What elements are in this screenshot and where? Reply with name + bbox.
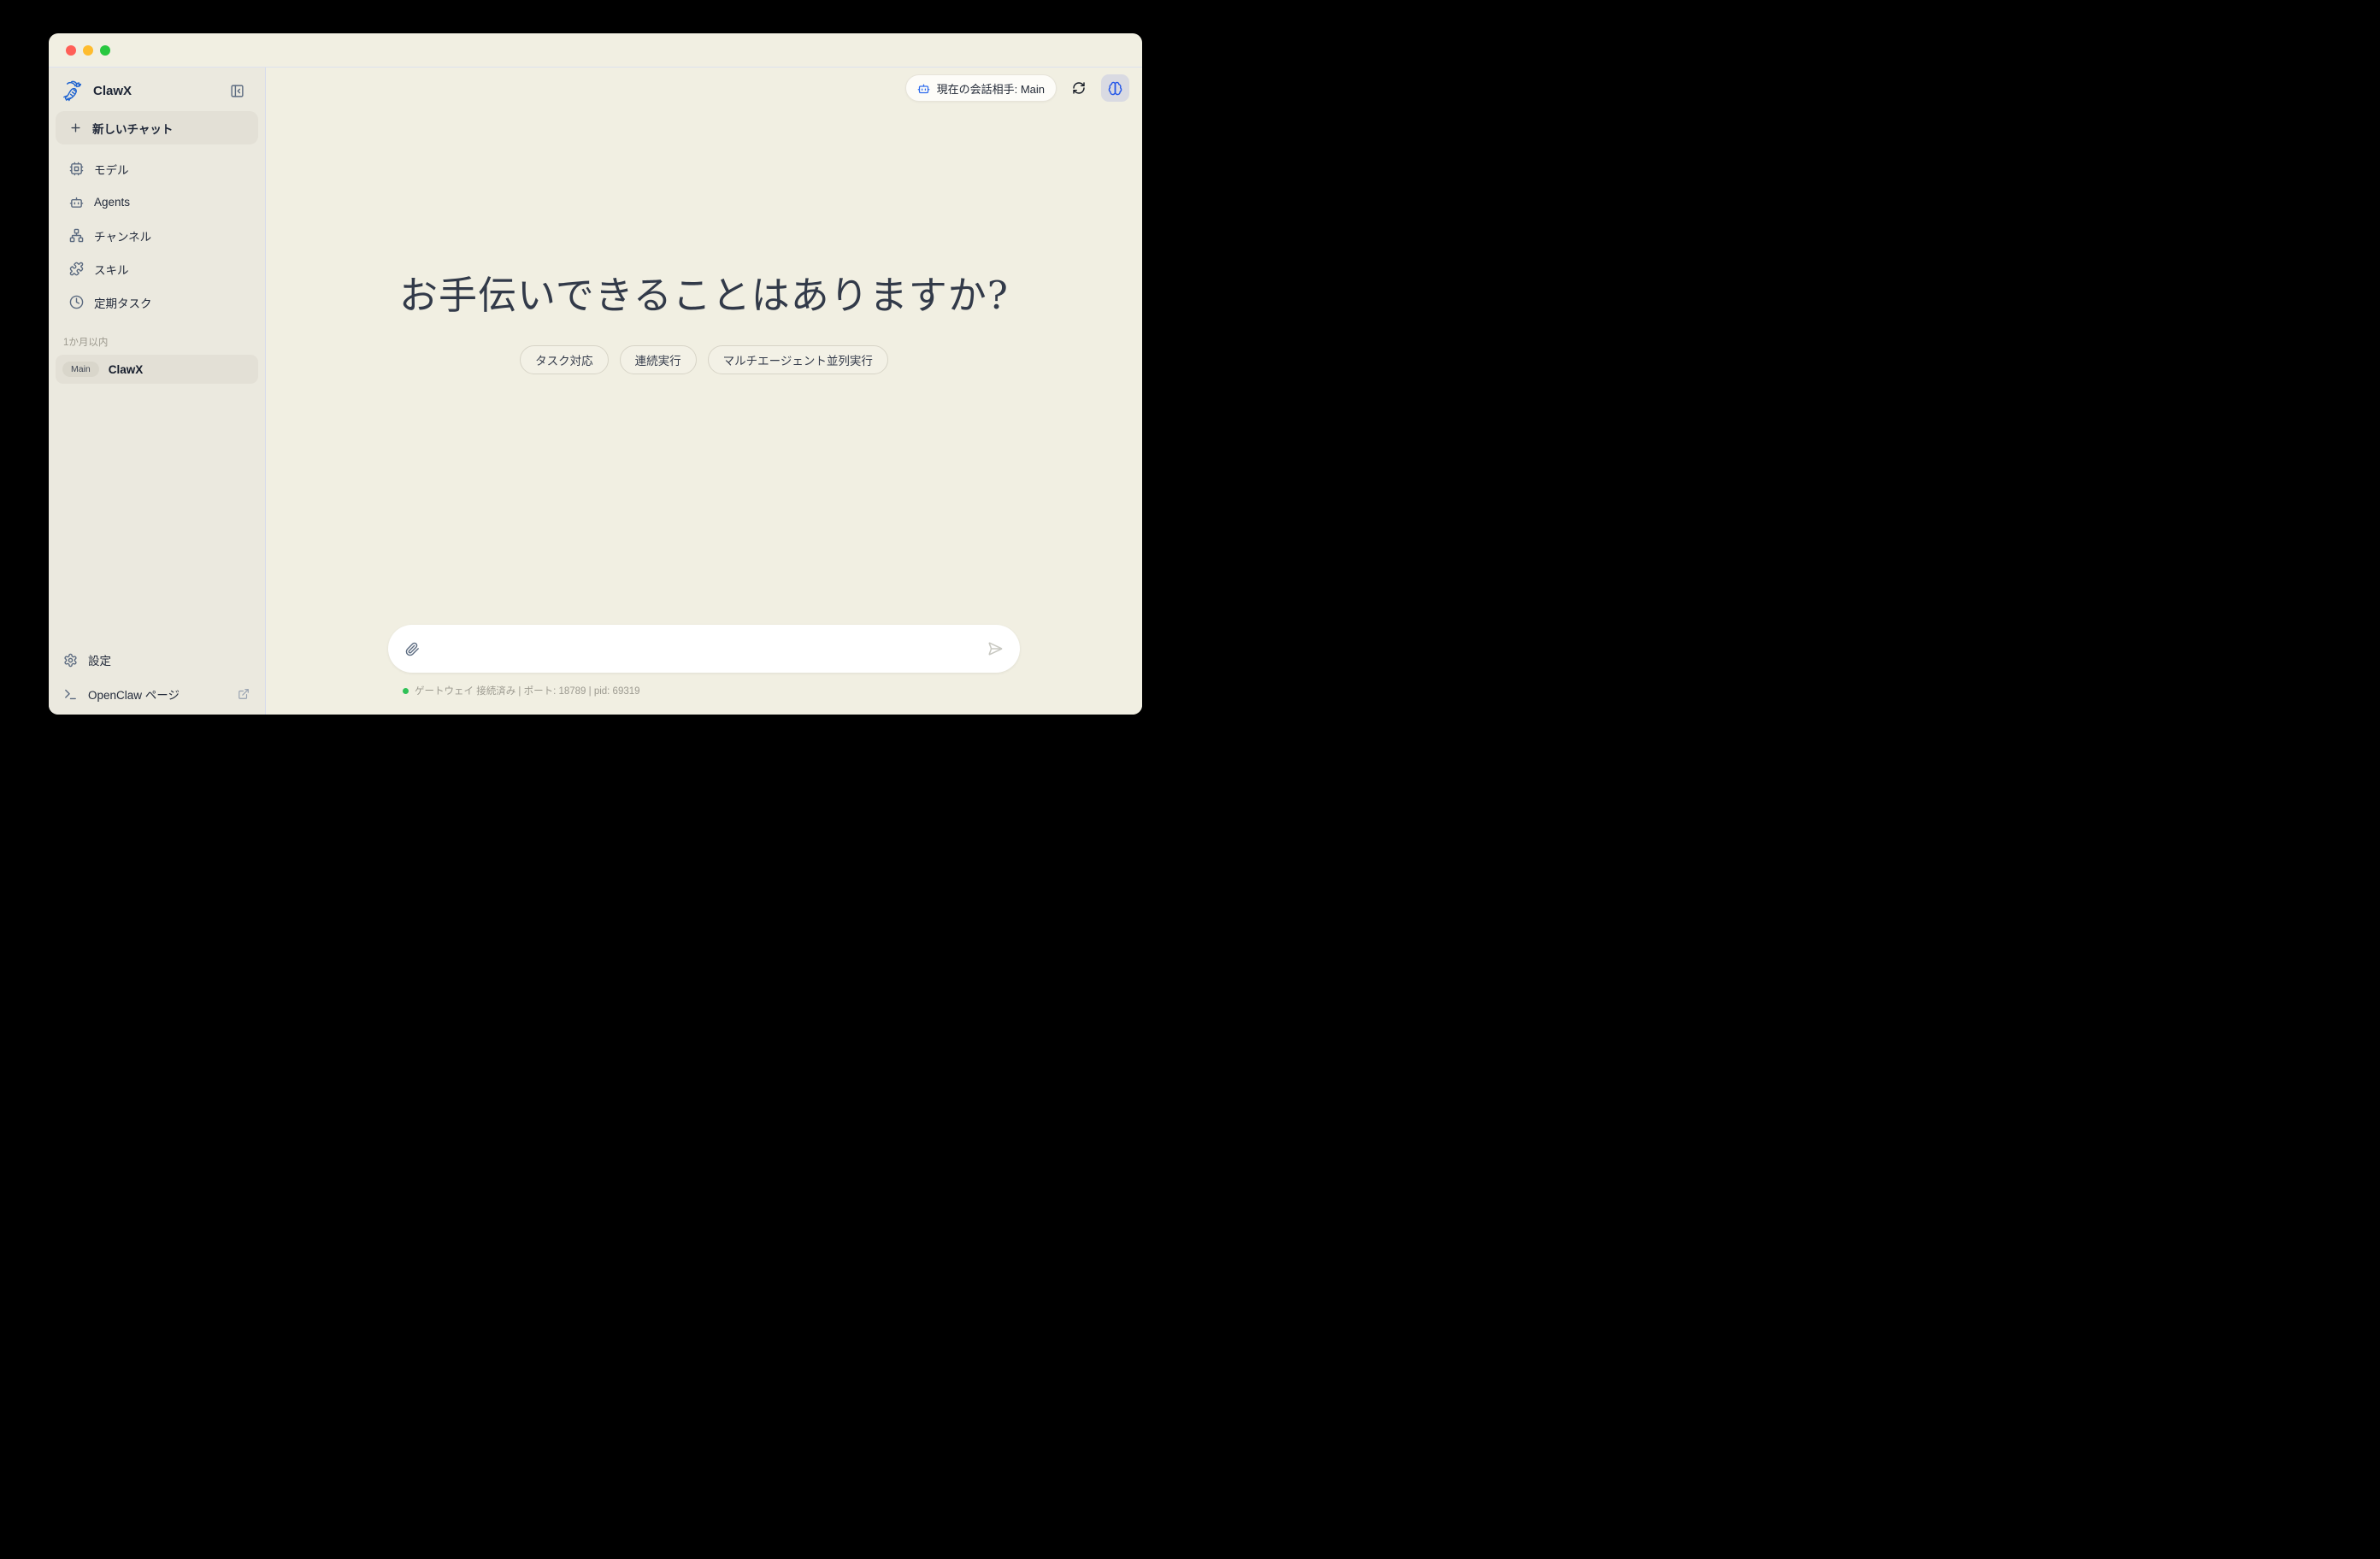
bot-icon bbox=[917, 82, 930, 95]
agent-badge: Main bbox=[62, 362, 99, 377]
chat-title: ClawX bbox=[109, 363, 144, 376]
settings-label: 設定 bbox=[88, 651, 111, 668]
main-area: 現在の会話相手: Main bbox=[266, 68, 1142, 715]
sidebar-item-label: Agents bbox=[94, 196, 130, 209]
gateway-status: ゲートウェイ 接続済み | ポート: 18789 | pid: 69319 bbox=[388, 684, 1020, 697]
sidebar-menu: モデル Agents bbox=[56, 152, 258, 319]
chip-continuous-run[interactable]: 連続実行 bbox=[620, 345, 697, 374]
traffic-lights bbox=[66, 45, 110, 56]
new-chat-label: 新しいチャット bbox=[92, 120, 173, 137]
settings-button[interactable]: 設定 bbox=[56, 643, 258, 677]
status-connected-dot bbox=[403, 688, 409, 694]
sidebar-item-label: 定期タスク bbox=[94, 294, 152, 311]
chip-task-support[interactable]: タスク対応 bbox=[520, 345, 609, 374]
chip-multi-agent-parallel[interactable]: マルチエージェント並列実行 bbox=[708, 345, 888, 374]
memory-button[interactable] bbox=[1101, 74, 1129, 102]
clock-icon bbox=[69, 295, 84, 309]
new-chat-button[interactable]: 新しいチャット bbox=[56, 111, 258, 144]
sidebar-footer: 設定 OpenClaw ページ bbox=[56, 643, 258, 711]
history-section-label: 1か月以内 bbox=[56, 335, 258, 349]
paperclip-icon bbox=[405, 642, 420, 656]
network-icon bbox=[69, 228, 84, 243]
sidebar-item-channels[interactable]: チャンネル bbox=[56, 219, 258, 252]
partner-badge-label: 現在の会話相手: Main bbox=[937, 80, 1045, 97]
sidebar-item-scheduled-tasks[interactable]: 定期タスク bbox=[56, 285, 258, 319]
message-composer[interactable] bbox=[388, 625, 1020, 673]
openclaw-label: OpenClaw ページ bbox=[88, 685, 180, 703]
brain-icon bbox=[1108, 81, 1122, 96]
external-link-icon bbox=[238, 688, 250, 700]
hero: お手伝いできることはありますか? タスク対応 連続実行 マルチエージェント並列実… bbox=[266, 273, 1142, 374]
desktop-background: ClawX 新しいチャット bbox=[0, 0, 1190, 780]
titlebar bbox=[49, 33, 1142, 68]
sidebar-item-models[interactable]: モデル bbox=[56, 152, 258, 185]
openclaw-page-link[interactable]: OpenClaw ページ bbox=[56, 677, 258, 711]
refresh-icon bbox=[1072, 81, 1086, 95]
send-icon bbox=[987, 641, 1003, 656]
zoom-window-button[interactable] bbox=[100, 45, 110, 56]
panel-left-close-icon bbox=[230, 84, 244, 98]
header-controls: 現在の会話相手: Main bbox=[905, 74, 1129, 102]
gateway-status-text: ゲートウェイ 接続済み | ポート: 18789 | pid: 69319 bbox=[415, 684, 640, 697]
sidebar-item-label: モデル bbox=[94, 161, 129, 178]
cpu-icon bbox=[69, 162, 84, 176]
window-content: ClawX 新しいチャット bbox=[49, 68, 1142, 715]
chat-history-item[interactable]: Main ClawX bbox=[56, 355, 258, 384]
terminal-icon bbox=[63, 687, 78, 702]
sidebar-item-skills[interactable]: スキル bbox=[56, 252, 258, 285]
conversation-partner-badge[interactable]: 現在の会話相手: Main bbox=[905, 74, 1057, 102]
suggestion-chips: タスク対応 連続実行 マルチエージェント並列実行 bbox=[266, 345, 1142, 374]
collapse-sidebar-button[interactable] bbox=[230, 84, 244, 98]
sidebar: ClawX 新しいチャット bbox=[49, 68, 266, 715]
sidebar-item-label: スキル bbox=[94, 261, 129, 278]
app-name: ClawX bbox=[93, 84, 132, 98]
clawx-lobster-logo-icon bbox=[62, 79, 85, 103]
composer-area: ゲートウェイ 接続済み | ポート: 18789 | pid: 69319 bbox=[266, 625, 1142, 697]
logo-row: ClawX bbox=[56, 79, 258, 103]
close-window-button[interactable] bbox=[66, 45, 76, 56]
puzzle-icon bbox=[69, 262, 84, 276]
greeting-heading: お手伝いできることはありますか? bbox=[266, 273, 1142, 319]
app-window: ClawX 新しいチャット bbox=[49, 33, 1142, 715]
bot-icon bbox=[69, 195, 84, 209]
minimize-window-button[interactable] bbox=[83, 45, 93, 56]
message-text-input[interactable] bbox=[430, 641, 977, 656]
attach-file-button[interactable] bbox=[405, 642, 420, 656]
refresh-button[interactable] bbox=[1070, 79, 1087, 97]
plus-icon bbox=[69, 121, 82, 134]
sidebar-item-label: チャンネル bbox=[94, 227, 151, 244]
gear-icon bbox=[63, 653, 78, 668]
send-button[interactable] bbox=[987, 641, 1003, 656]
sidebar-item-agents[interactable]: Agents bbox=[56, 185, 258, 219]
